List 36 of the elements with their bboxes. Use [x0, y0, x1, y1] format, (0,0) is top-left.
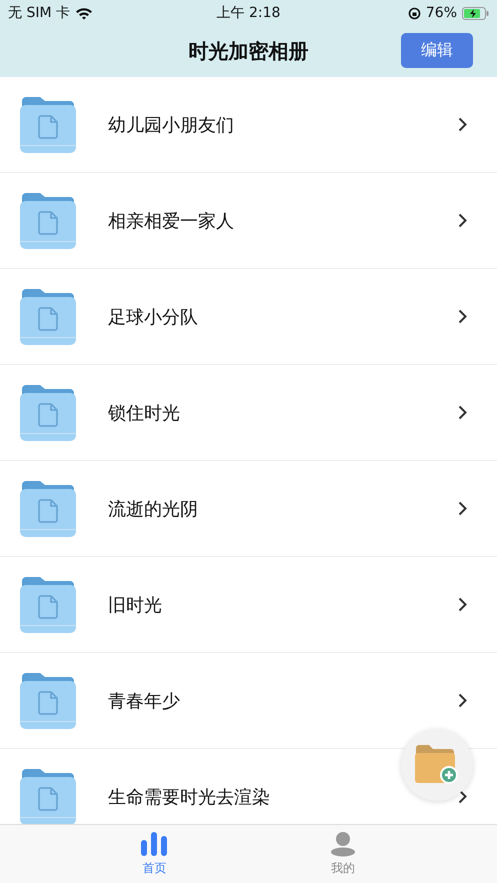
chevron-right-icon	[458, 693, 467, 708]
chevron-right-icon	[458, 597, 467, 612]
chevron-right-icon	[458, 117, 467, 132]
clock-text: 上午 2:18	[216, 4, 280, 22]
battery-percent: 76%	[426, 5, 457, 21]
album-name[interactable]: 旧时光	[108, 592, 162, 616]
album-name[interactable]: 锁住时光	[108, 400, 180, 424]
album-name[interactable]: 足球小分队	[108, 304, 198, 328]
rotation-lock-icon	[408, 6, 421, 20]
chevron-right-icon	[458, 501, 467, 516]
folder-icon	[18, 574, 78, 634]
album-name[interactable]: 生命需要时光去渲染	[108, 784, 270, 808]
add-folder-icon	[414, 744, 460, 786]
folder-icon	[18, 382, 78, 442]
album-name[interactable]: 青春年少	[108, 688, 180, 712]
album-name[interactable]: 幼儿园小朋友们	[108, 112, 234, 136]
folder-icon	[18, 478, 78, 538]
chevron-right-icon	[458, 309, 467, 324]
carrier-text: 无 SIM 卡	[8, 4, 70, 22]
album-name[interactable]: 流逝的光阴	[108, 496, 198, 520]
folder-icon	[18, 766, 78, 824]
folder-icon	[18, 286, 78, 346]
person-icon	[330, 831, 356, 857]
folder-icon	[18, 94, 78, 154]
wifi-icon	[75, 6, 93, 20]
folder-icon	[18, 670, 78, 730]
chevron-right-icon	[458, 405, 467, 420]
folder-icon	[18, 190, 78, 250]
edit-button[interactable]: 编辑	[401, 33, 473, 68]
battery-icon	[462, 6, 489, 20]
bar-chart-icon	[140, 831, 168, 857]
album-name[interactable]: 相亲相爱一家人	[108, 208, 234, 232]
chevron-right-icon	[458, 789, 467, 804]
chevron-right-icon	[458, 213, 467, 228]
tab-item[interactable]: 首页	[124, 825, 184, 883]
page-title: 时光加密相册	[188, 38, 308, 65]
